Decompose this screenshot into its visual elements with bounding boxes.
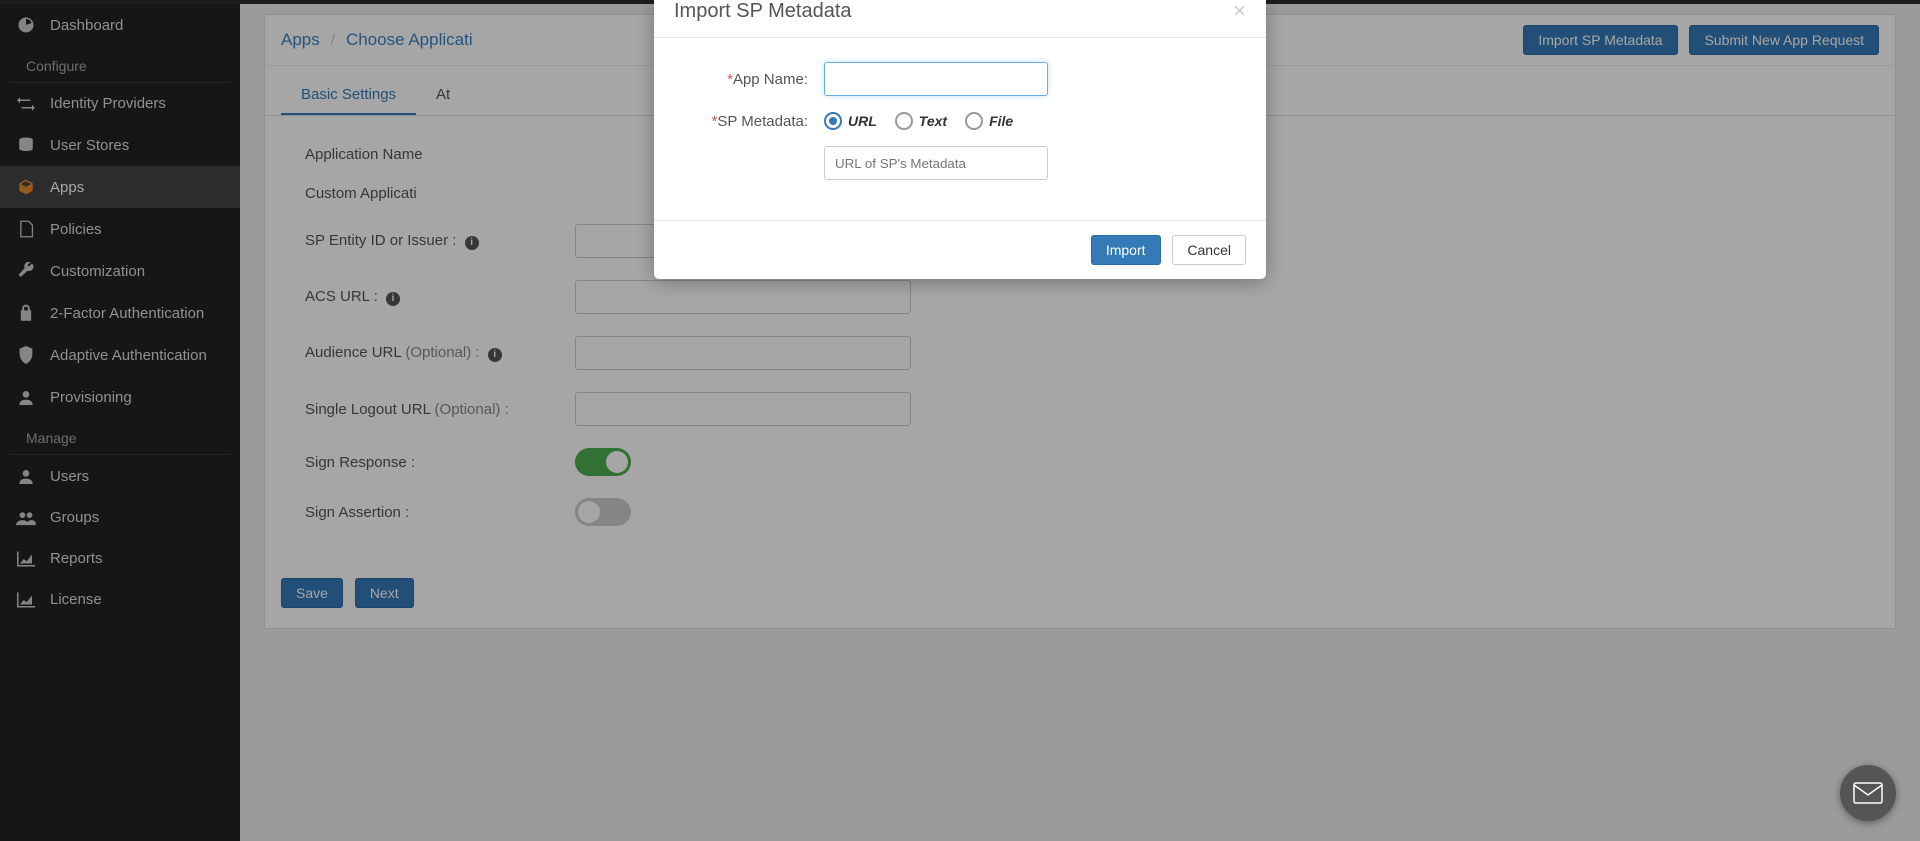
radio-icon xyxy=(965,112,983,130)
cancel-button[interactable]: Cancel xyxy=(1172,235,1246,265)
radio-file[interactable]: File xyxy=(965,112,1013,130)
close-icon[interactable]: × xyxy=(1233,0,1246,22)
input-metadata-url[interactable] xyxy=(824,146,1048,180)
label-sp-metadata: *SP Metadata: xyxy=(684,113,824,130)
radio-url[interactable]: URL xyxy=(824,112,877,130)
import-button[interactable]: Import xyxy=(1091,235,1161,265)
label-app-name: *App Name: xyxy=(684,71,824,88)
radio-icon xyxy=(824,112,842,130)
input-app-name[interactable] xyxy=(824,62,1048,96)
import-sp-metadata-modal: Import SP Metadata × *App Name: *SP Meta… xyxy=(654,0,1266,279)
radio-icon xyxy=(895,112,913,130)
radio-text[interactable]: Text xyxy=(895,112,947,130)
mail-icon xyxy=(1853,782,1883,804)
modal-title: Import SP Metadata xyxy=(674,0,852,23)
contact-fab[interactable] xyxy=(1840,765,1896,821)
